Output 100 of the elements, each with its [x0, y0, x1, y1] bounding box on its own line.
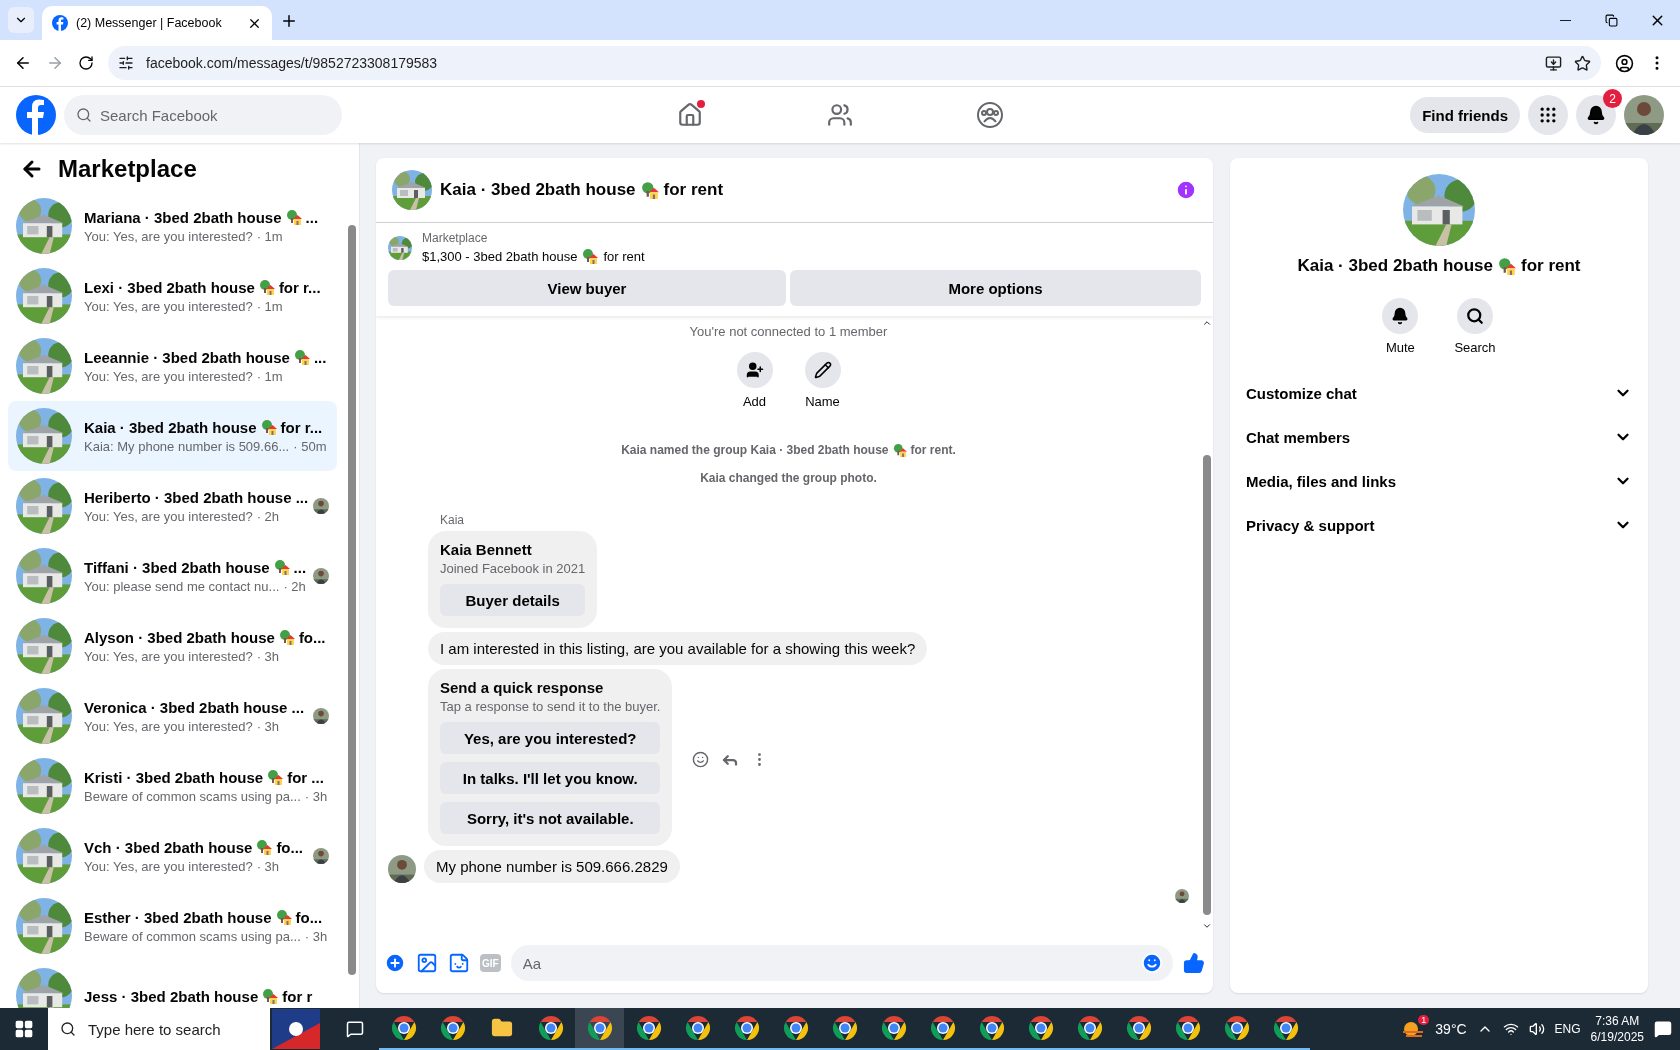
message-time: · 3h	[256, 648, 280, 664]
conversation-title: Jess · 3bed 2bath house	[84, 987, 259, 1005]
house-tree-icon	[285, 209, 302, 225]
quick-response-button[interactable]: Yes, are you interested?	[440, 722, 661, 754]
message-time: · 3h	[304, 788, 328, 804]
groups-icon	[976, 101, 1004, 129]
conversation-row[interactable]: Kristi · 3bed 2bath house for ... Beware of common scams using pa... · 3h	[8, 751, 337, 821]
notification-center-icon[interactable]	[1654, 1020, 1672, 1038]
scrollbar-thumb[interactable]	[348, 225, 356, 975]
forward-icon[interactable]	[46, 54, 64, 72]
add-icon[interactable]	[384, 952, 406, 974]
address-bar[interactable]: facebook.com/messages/t/9852723308179583	[108, 46, 1601, 80]
scroll-down-icon[interactable]	[1202, 921, 1212, 931]
quick-response-button[interactable]: In talks. I'll let you know.	[440, 762, 661, 794]
volume-icon[interactable]	[1528, 1021, 1545, 1037]
clock[interactable]: 7:36 AM 6/19/2025	[1590, 1012, 1644, 1046]
house-tree-icon	[1498, 257, 1516, 275]
conversation-row[interactable]: Alyson · 3bed 2bath house fo... You: Yes, are you interested? · 3h	[8, 611, 337, 681]
conversation-row[interactable]: Veronica · 3bed 2bath house ... You: Yes, are you interested? · 3h	[8, 681, 337, 751]
taskbar-search[interactable]: Type here to search	[48, 1008, 270, 1050]
tab-list-button[interactable]	[8, 7, 34, 33]
chrome-icon	[537, 1015, 564, 1041]
message-preview: Kaia: My phone number is 509.66...	[84, 438, 290, 454]
chrome-icon	[1272, 1015, 1299, 1041]
section-toggle[interactable]: Media, files and links	[1246, 459, 1632, 503]
emoji-icon[interactable]	[1141, 952, 1163, 974]
search-field[interactable]: Search Facebook	[64, 95, 342, 135]
mute-button[interactable]	[1382, 298, 1419, 334]
more-options-button[interactable]: More options	[790, 270, 1201, 306]
home-icon	[677, 102, 703, 128]
conversation-row[interactable]: Esther · 3bed 2bath house fo... Beware of common scams using pa... · 3h	[8, 891, 337, 961]
install-icon[interactable]	[1545, 54, 1562, 72]
info-icon[interactable]	[1175, 179, 1197, 201]
search-button[interactable]	[1457, 298, 1493, 334]
new-tab-icon[interactable]	[280, 12, 298, 30]
quick-response-button[interactable]: Sorry, it's not available.	[440, 802, 661, 834]
chrome-button[interactable]	[575, 1008, 624, 1050]
chat-title: Kaia · 3bed 2bath house	[440, 180, 636, 200]
conversation-title: Mariana · 3bed 2bath house	[84, 208, 282, 226]
bell-icon	[1391, 307, 1410, 325]
message-time: · 1m	[256, 368, 283, 384]
chrome-icon	[782, 1015, 809, 1041]
menu-button[interactable]	[1528, 95, 1568, 135]
facebook-logo[interactable]	[16, 95, 56, 135]
message-time: · 3h	[256, 718, 280, 734]
back-icon[interactable]	[14, 54, 32, 72]
listing-title: $1,300 - 3bed 2bath house	[422, 248, 578, 264]
task-view-icon	[345, 1020, 364, 1038]
message-preview: Beware of common scams using pa...	[84, 928, 301, 944]
section-toggle[interactable]: Customize chat	[1246, 371, 1632, 415]
section-toggle[interactable]: Privacy & support	[1246, 503, 1632, 547]
profile-icon[interactable]	[1615, 53, 1634, 73]
listing-title-tail: for rent	[603, 248, 645, 264]
like-icon[interactable]	[1183, 952, 1205, 974]
react-icon[interactable]	[692, 751, 710, 768]
conversation-row[interactable]: Heriberto · 3bed 2bath house ... You: Yes, are you interested? · 2h	[8, 471, 337, 541]
grid-icon	[1538, 105, 1558, 125]
connection-note: You're not connected to 1 member	[689, 324, 888, 339]
name-button[interactable]	[804, 352, 841, 388]
scroll-up-icon[interactable]	[1202, 318, 1212, 328]
chrome-icon	[586, 1015, 613, 1041]
message-preview: You: Yes, are you interested?	[84, 858, 253, 874]
conversation-row[interactable]: Kaia · 3bed 2bath house for r... Kaia: My phone number is 509.66... · 50m	[8, 401, 337, 471]
reload-icon[interactable]	[78, 55, 94, 71]
add-button[interactable]	[736, 352, 773, 388]
conversation-title: Heriberto · 3bed 2bath house ...	[84, 488, 309, 506]
tab-title: (2) Messenger | Facebook	[76, 16, 223, 30]
action-label: Name	[805, 394, 840, 409]
buyer-name: Kaia Bennett	[440, 541, 533, 558]
restore-icon	[1604, 13, 1618, 27]
notifications-button[interactable]	[1576, 95, 1616, 135]
conversation-title: Kristi · 3bed 2bath house	[84, 768, 264, 786]
house-tree-icon	[582, 248, 599, 264]
section-toggle[interactable]: Chat members	[1246, 415, 1632, 459]
windows-icon	[14, 1019, 34, 1039]
sender-name: Kaia	[440, 513, 466, 527]
sticker-icon[interactable]	[448, 952, 470, 974]
buyer-details-button[interactable]: Buyer details	[440, 584, 586, 616]
message-time: · 2h	[283, 578, 306, 594]
message-preview: You: Yes, are you interested?	[84, 368, 253, 384]
conversation-row[interactable]: Vch · 3bed 2bath house fo... You: Yes, are you interested? · 3h	[8, 821, 337, 891]
chrome-icon	[684, 1015, 711, 1041]
house-tree-icon	[275, 909, 292, 925]
conversation-row[interactable]: Leeannie · 3bed 2bath house ... You: Yes, are you interested? · 1m	[8, 331, 337, 401]
conversation-row[interactable]: Mariana · 3bed 2bath house ... You: Yes, are you interested? · 1m	[8, 191, 337, 261]
weather-icon	[1401, 1019, 1426, 1039]
folder-icon	[490, 1017, 513, 1039]
conversation-title-tail: fo...	[276, 838, 304, 856]
network-icon[interactable]	[1502, 1021, 1519, 1037]
browser-tab[interactable]: (2) Messenger | Facebook	[42, 6, 272, 40]
conversation-title: Esther · 3bed 2bath house	[84, 908, 272, 926]
message-field[interactable]: Aa	[510, 945, 1173, 981]
conversation-row[interactable]: Tiffani · 3bed 2bath house ... You: please send me contact nu... · 2h	[8, 541, 337, 611]
find-friends-button[interactable]: Find friends	[1410, 97, 1520, 133]
photo-icon[interactable]	[416, 952, 438, 974]
scrollbar-thumb[interactable]	[1203, 454, 1211, 915]
house-tree-icon	[640, 181, 659, 199]
view-buyer-button[interactable]: View buyer	[388, 270, 786, 306]
bookmark-icon[interactable]	[1574, 54, 1591, 72]
conversation-row[interactable]: Lexi · 3bed 2bath house for r... You: Yes, are you interested? · 1m	[8, 261, 337, 331]
